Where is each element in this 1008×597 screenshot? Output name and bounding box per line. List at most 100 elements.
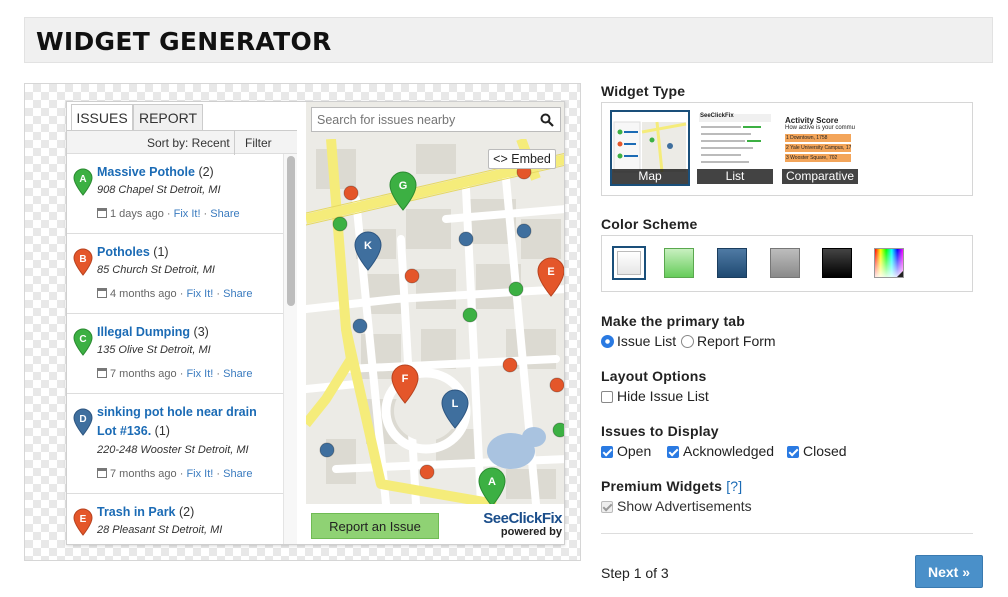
checkbox[interactable] <box>667 446 679 458</box>
issue-meta: 1 days ago · Fix It! · Share <box>97 208 240 220</box>
widget-tabs: ISSUES REPORT <box>67 102 297 131</box>
custom-color-picker-icon[interactable] <box>874 248 904 278</box>
issue-address: 908 Chapel St Detroit, MI <box>97 184 221 196</box>
list-item[interactable]: E Trash in Park (2) 28 Pleasant St Detro… <box>67 494 283 544</box>
checkbox[interactable] <box>787 446 799 458</box>
page-title: WIDGET GENERATOR <box>36 27 332 56</box>
next-button[interactable]: Next » <box>915 555 983 588</box>
calendar-icon <box>97 368 107 378</box>
svg-text:E: E <box>547 266 554 278</box>
checkbox[interactable] <box>601 391 613 403</box>
list-item[interactable]: D sinking pot hole near drain Lot #136. … <box>67 394 283 494</box>
step-indicator: Step 1 of 3 <box>601 565 669 581</box>
widget-preview: ISSUES REPORT Sort by: Recent Filter A M… <box>24 83 581 561</box>
issue-count: (1) <box>153 245 169 259</box>
issue-title-text[interactable]: Massive Pothole <box>97 165 195 179</box>
fix-it-link[interactable]: Fix It! <box>174 208 201 220</box>
page-header: WIDGET GENERATOR <box>24 17 993 63</box>
primary-tab-label: Make the primary tab <box>601 313 746 329</box>
swatch-blue[interactable] <box>717 248 747 278</box>
list-item[interactable]: A Massive Pothole (2) 908 Chapel St Detr… <box>67 154 283 234</box>
issue-title[interactable]: Potholes (1) <box>97 243 277 262</box>
premium-widgets-text: Premium Widgets <box>601 478 723 494</box>
swatch-gray[interactable] <box>770 248 800 278</box>
report-issue-button[interactable]: Report an Issue <box>311 513 439 539</box>
svg-text:L: L <box>452 398 459 410</box>
sort-bar: Sort by: Recent Filter <box>67 130 297 155</box>
seeclickfix-logo: SeeClickFix powered by <box>470 511 562 538</box>
share-link[interactable]: Share <box>210 208 239 220</box>
radio-issue-list[interactable]: Issue List <box>601 333 676 349</box>
swatch-black[interactable] <box>822 248 852 278</box>
share-link[interactable]: Share <box>223 368 252 380</box>
issue-title-text[interactable]: sinking pot hole near drain Lot #136. <box>97 405 257 438</box>
issue-title-text[interactable]: Trash in Park <box>97 505 176 519</box>
map-search <box>311 107 561 132</box>
fix-it-link[interactable]: Fix It! <box>186 468 213 480</box>
fix-it-link[interactable]: Fix It! <box>186 368 213 380</box>
issue-title-text[interactable]: Illegal Dumping <box>97 325 190 339</box>
sort-divider <box>234 131 235 155</box>
issue-title-text[interactable]: Potholes <box>97 245 150 259</box>
issue-title[interactable]: sinking pot hole near drain Lot #136. (1… <box>97 403 277 441</box>
issue-address: 135 Olive St Detroit, MI <box>97 344 211 356</box>
pin-letter: C <box>79 334 86 345</box>
map-panel: G K E F L A <> Embed Report an Issue See… <box>306 102 565 544</box>
issue-count: (1) <box>154 424 170 438</box>
checkbox[interactable] <box>601 446 613 458</box>
svg-text:K: K <box>364 240 372 252</box>
swatch-green[interactable] <box>664 248 694 278</box>
fix-it-link[interactable]: Fix It! <box>186 288 213 300</box>
pin-letter: B <box>79 254 86 265</box>
search-input[interactable] <box>312 108 532 131</box>
closed-checkbox[interactable]: Closed <box>787 443 847 459</box>
open-checkbox[interactable]: Open <box>601 443 651 459</box>
share-link[interactable]: Share <box>223 468 252 480</box>
premium-help-link[interactable]: [?] <box>726 478 742 494</box>
checkbox <box>601 501 613 513</box>
calendar-icon <box>97 288 107 298</box>
marker-pin-icon: C <box>73 328 93 356</box>
issue-count: (3) <box>193 325 209 339</box>
logo-brand: SeeClickFix <box>483 510 562 527</box>
embed-button[interactable]: <> Embed <box>488 149 556 169</box>
pin-letter: D <box>79 414 86 425</box>
radio-report-form[interactable]: Report Form <box>681 333 776 349</box>
radio-button[interactable] <box>601 335 614 348</box>
hide-issue-list-checkbox[interactable]: Hide Issue List <box>601 388 709 404</box>
issue-title[interactable]: Illegal Dumping (3) <box>97 323 277 342</box>
map-canvas[interactable]: G K E F L A <box>306 139 565 504</box>
widget-type-list[interactable]: SeeClickFix List <box>697 112 773 184</box>
marker-pin-icon: B <box>73 248 93 276</box>
svg-text:G: G <box>399 180 408 192</box>
share-link[interactable]: Share <box>223 288 252 300</box>
map-footer: Report an Issue SeeClickFix powered by <box>306 504 564 544</box>
scrollbar-thumb[interactable] <box>287 156 295 306</box>
logo-powered-by: powered by <box>500 526 562 538</box>
tab-report[interactable]: REPORT <box>133 104 203 131</box>
divider <box>601 533 973 534</box>
issue-age: 1 days ago <box>110 208 164 220</box>
issues-display-label: Issues to Display <box>601 423 719 439</box>
issue-meta: 7 months ago · Fix It! · Share <box>97 468 252 480</box>
sort-dropdown[interactable]: Sort by: Recent <box>147 136 230 150</box>
list-scrollbar[interactable] <box>283 154 297 544</box>
issue-address: 28 Pleasant St Detroit, MI <box>97 524 223 536</box>
widget-type-map[interactable]: Map <box>610 110 690 186</box>
checkbox-label: Open <box>617 443 652 459</box>
widget-type-comparative[interactable]: Activity Score How active is your commu … <box>782 112 858 184</box>
comp-thumb-row: 2 Yale University Campus, 1751 <box>785 144 851 152</box>
issue-title[interactable]: Massive Pothole (2) <box>97 163 277 182</box>
show-ads-checkbox: Show Advertisements <box>601 498 752 514</box>
swatch-white[interactable] <box>612 246 646 280</box>
issue-title[interactable]: Trash in Park (2) <box>97 503 277 522</box>
list-item[interactable]: C Illegal Dumping (3) 135 Olive St Detro… <box>67 314 283 394</box>
comp-thumb-subtitle: How active is your commu <box>785 125 856 131</box>
tab-issues[interactable]: ISSUES <box>71 104 133 131</box>
search-icon[interactable] <box>540 113 554 127</box>
radio-button[interactable] <box>681 335 694 348</box>
list-item[interactable]: B Potholes (1) 85 Church St Detroit, MI … <box>67 234 283 314</box>
issue-age: 7 months ago <box>110 368 177 380</box>
acknowledged-checkbox[interactable]: Acknowledged <box>667 443 774 459</box>
filter-button[interactable]: Filter <box>245 136 272 150</box>
